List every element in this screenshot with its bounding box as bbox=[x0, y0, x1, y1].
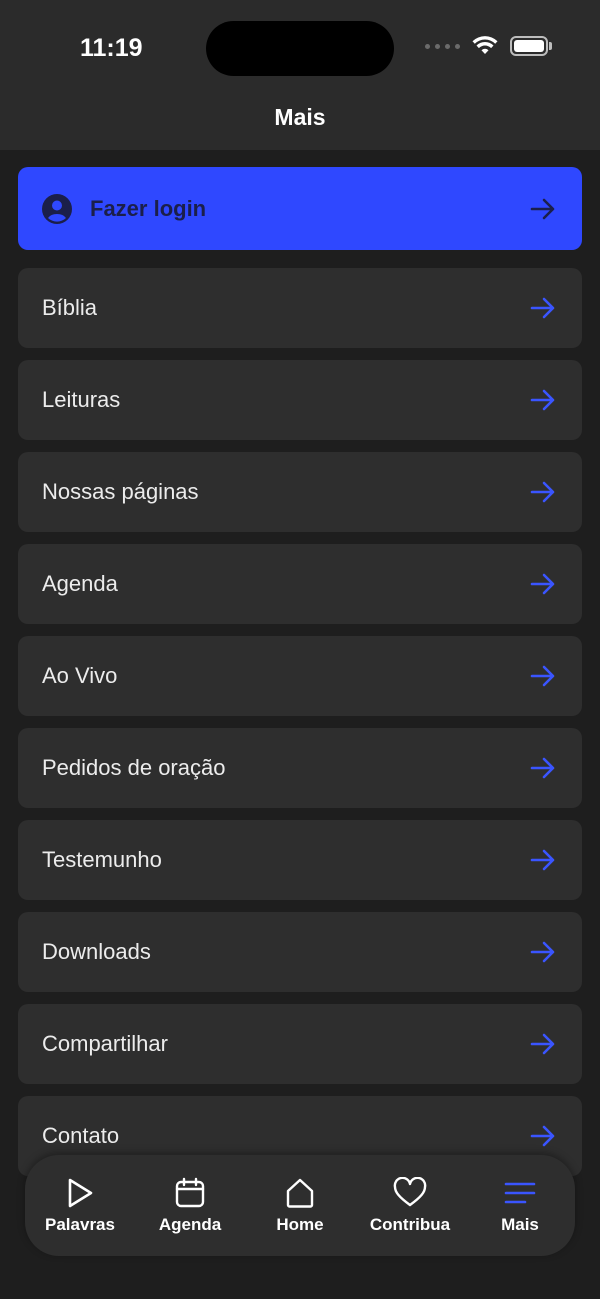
arrow-right-icon bbox=[530, 572, 556, 596]
menu-item-label: Nossas páginas bbox=[42, 479, 199, 504]
arrow-right-icon bbox=[530, 848, 556, 872]
play-icon bbox=[68, 1178, 93, 1207]
menu-item-agenda[interactable]: Agenda bbox=[18, 544, 582, 624]
tab-home[interactable]: Home bbox=[250, 1177, 350, 1235]
menu-item-leituras[interactable]: Leituras bbox=[18, 360, 582, 440]
page-title: Mais bbox=[274, 104, 326, 130]
arrow-right-icon bbox=[530, 1032, 556, 1056]
menu-item-label: Contato bbox=[42, 1123, 120, 1148]
menu-item-downloads[interactable]: Downloads bbox=[18, 912, 582, 992]
status-bar: 11:19 bbox=[0, 0, 600, 96]
arrow-right-icon bbox=[530, 296, 556, 320]
tab-label: Palavras bbox=[45, 1214, 115, 1234]
arrow-right-icon bbox=[530, 1124, 556, 1148]
tab-label: Contribua bbox=[369, 1214, 451, 1234]
menu-item-label: Pedidos de oração bbox=[42, 755, 226, 780]
menu-item-label: Ao Vivo bbox=[42, 663, 118, 688]
menu-item-nossas-paginas[interactable]: Nossas páginas bbox=[18, 452, 582, 532]
menu-item-compartilhar[interactable]: Compartilhar bbox=[18, 1004, 582, 1084]
calendar-icon bbox=[175, 1177, 205, 1207]
arrow-right-icon bbox=[530, 480, 556, 504]
home-icon bbox=[286, 1178, 314, 1208]
wifi-icon bbox=[472, 36, 498, 54]
status-icons bbox=[425, 36, 552, 56]
arrow-right-icon bbox=[530, 756, 556, 780]
tab-label: Mais bbox=[501, 1214, 539, 1234]
tab-mais[interactable]: Mais bbox=[470, 1177, 570, 1235]
menu-list: Fazer login Bíblia Leituras Nossas págin… bbox=[18, 167, 582, 1188]
tab-contribua[interactable]: Contribua bbox=[360, 1176, 460, 1235]
cellular-signal-icon bbox=[425, 43, 460, 49]
tab-bar: Palavras Agenda Home Contribua Mais bbox=[25, 1155, 575, 1256]
login-label: Fazer login bbox=[90, 195, 207, 221]
arrow-right-icon bbox=[530, 940, 556, 964]
menu-item-label: Compartilhar bbox=[42, 1031, 168, 1056]
menu-icon bbox=[504, 1182, 536, 1203]
nav-header: Mais bbox=[0, 96, 600, 150]
menu-item-testemunho[interactable]: Testemunho bbox=[18, 820, 582, 900]
menu-item-label: Agenda bbox=[42, 571, 118, 596]
arrow-right-icon bbox=[530, 388, 556, 412]
battery-icon bbox=[510, 36, 552, 56]
menu-item-label: Bíblia bbox=[42, 295, 98, 320]
dynamic-island bbox=[206, 21, 394, 76]
user-circle-icon bbox=[42, 193, 72, 224]
menu-item-pedidos-de-oracao[interactable]: Pedidos de oração bbox=[18, 728, 582, 808]
heart-icon bbox=[393, 1176, 427, 1206]
menu-item-label: Downloads bbox=[42, 939, 151, 964]
login-button[interactable]: Fazer login bbox=[18, 167, 582, 250]
arrow-right-icon bbox=[530, 664, 556, 688]
tab-label: Home bbox=[276, 1214, 324, 1234]
tab-agenda[interactable]: Agenda bbox=[140, 1177, 240, 1235]
tab-palavras[interactable]: Palavras bbox=[30, 1177, 130, 1235]
menu-item-label: Leituras bbox=[42, 387, 121, 412]
status-time: 11:19 bbox=[80, 34, 143, 62]
menu-item-label: Testemunho bbox=[42, 847, 162, 872]
menu-item-ao-vivo[interactable]: Ao Vivo bbox=[18, 636, 582, 716]
tab-label: Agenda bbox=[158, 1214, 222, 1234]
arrow-right-icon bbox=[530, 197, 556, 221]
menu-item-biblia[interactable]: Bíblia bbox=[18, 268, 582, 348]
